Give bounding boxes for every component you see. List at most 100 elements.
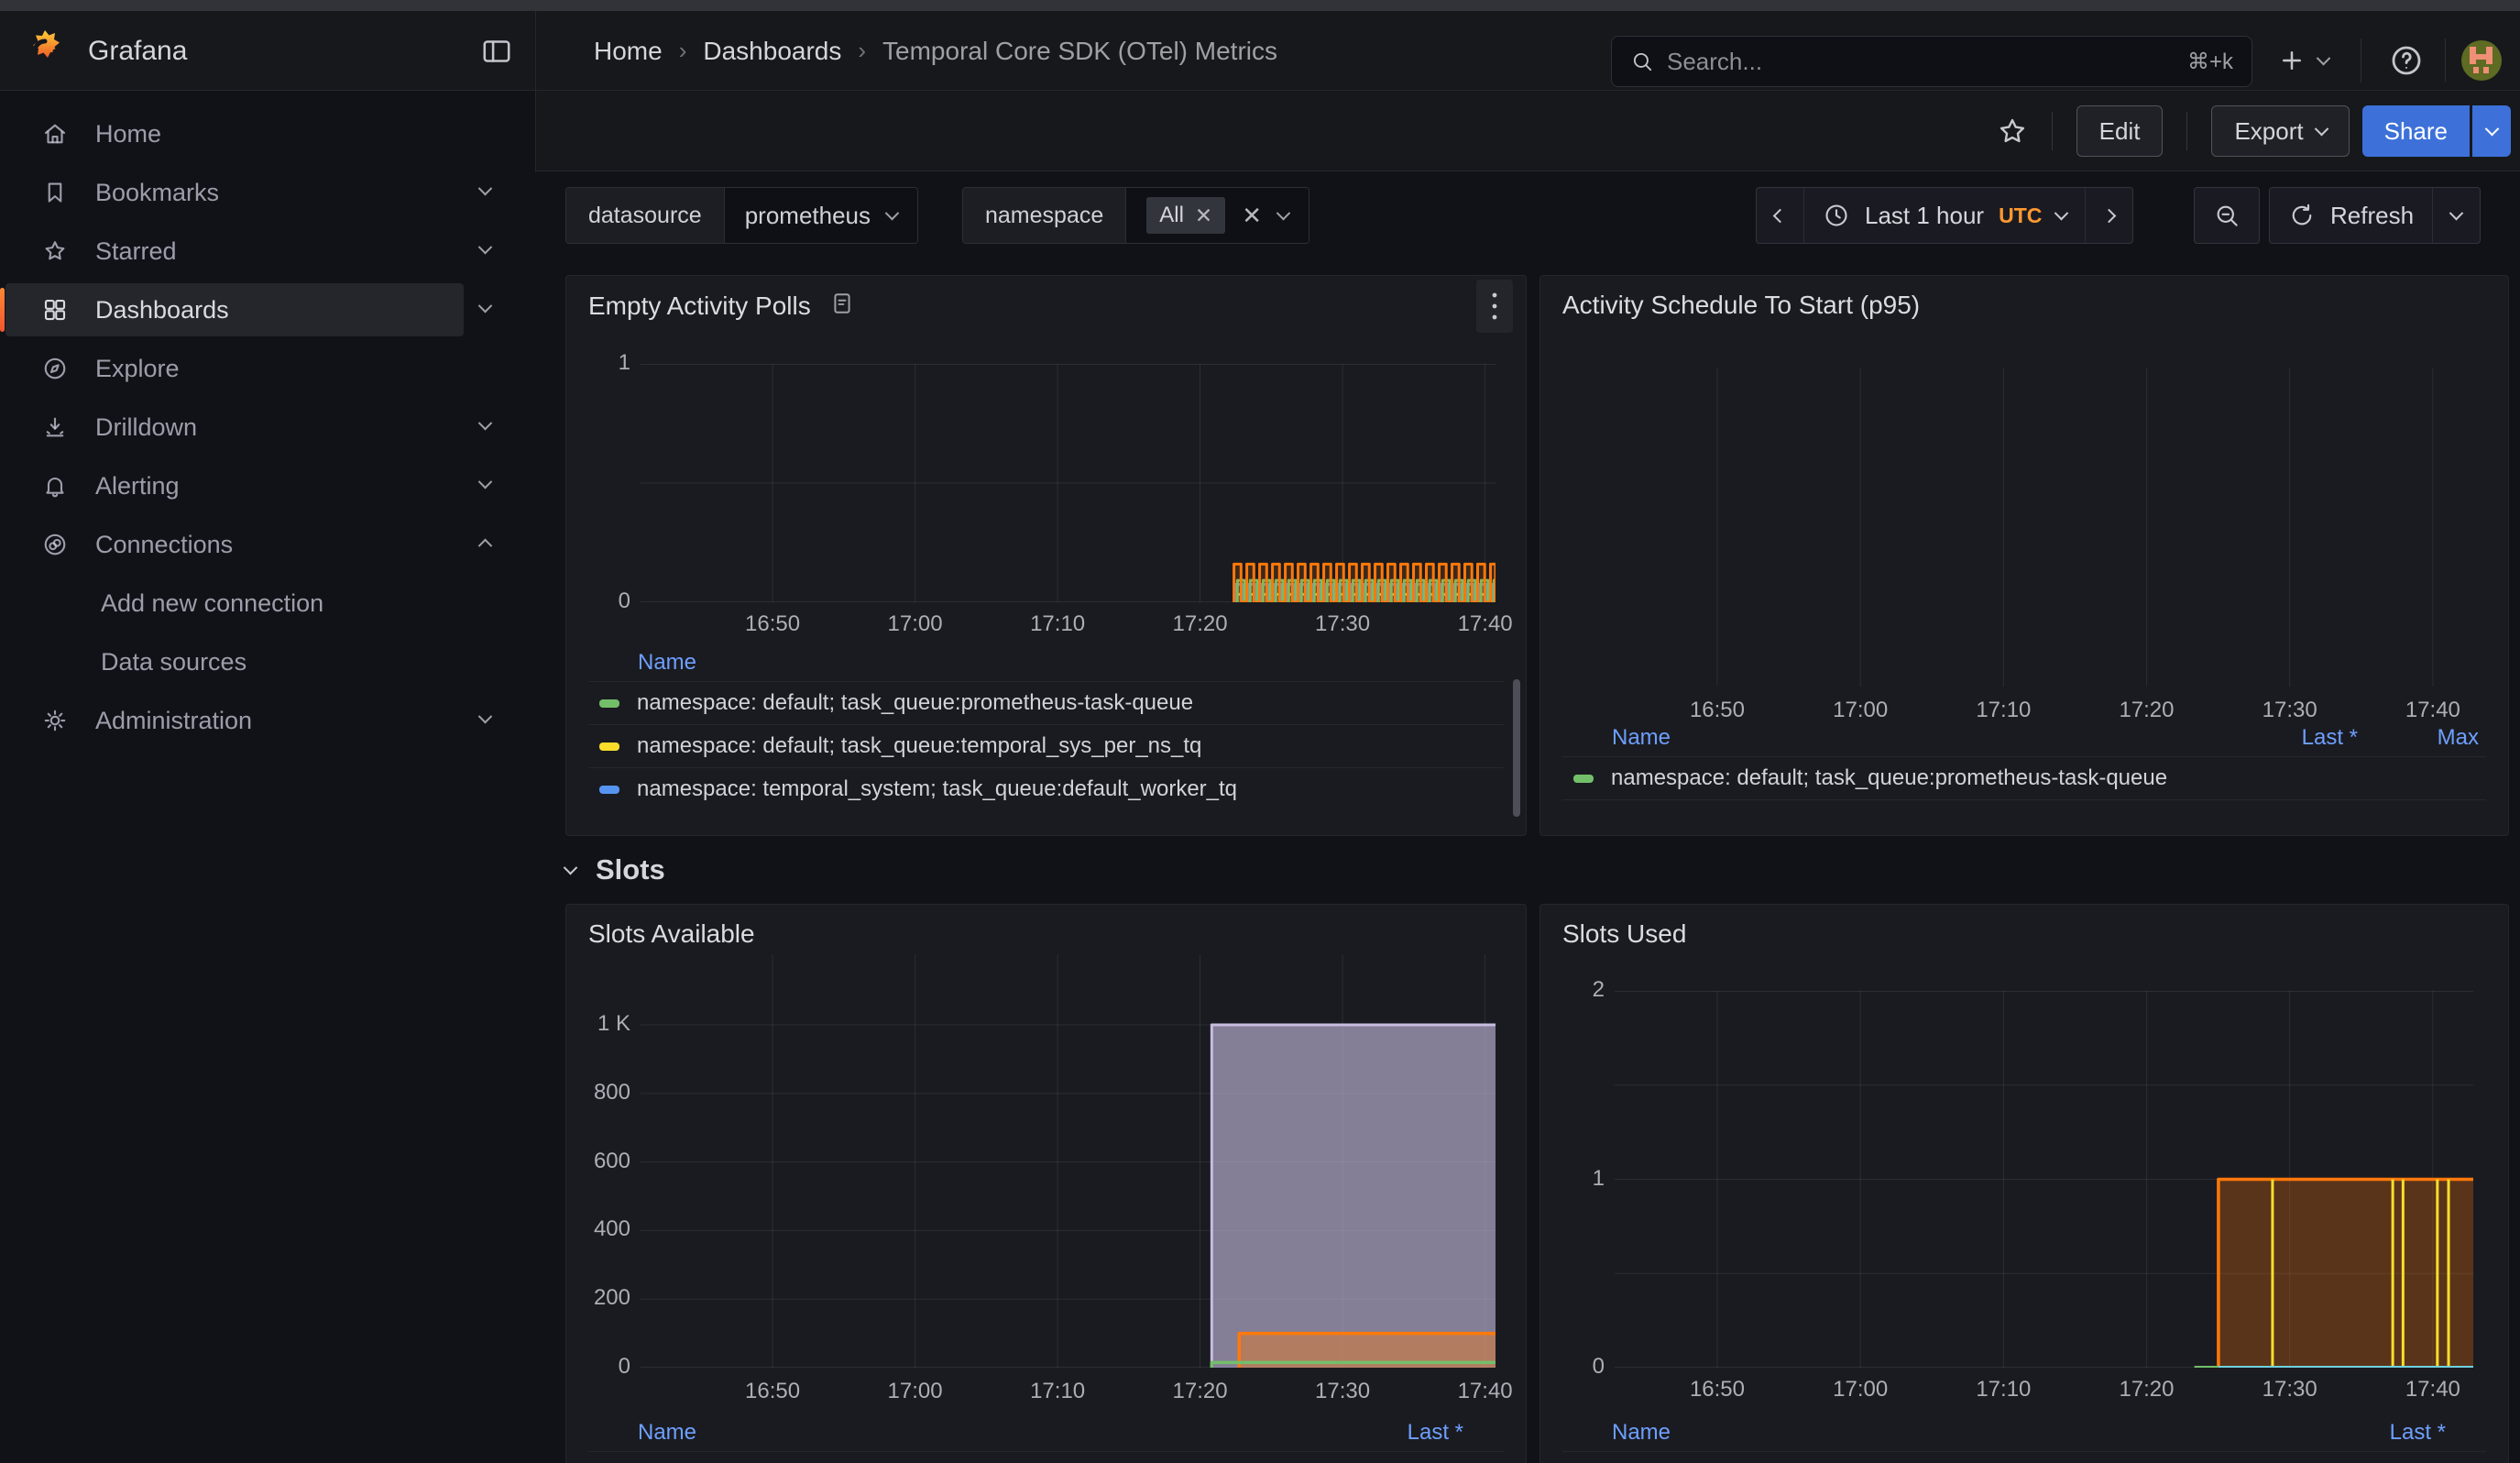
- time-series-plot[interactable]: [641, 364, 1496, 602]
- x-axis-tick: 17:00: [888, 611, 943, 637]
- refresh-interval-dropdown[interactable]: [2432, 188, 2480, 243]
- remove-chip-icon[interactable]: ✕: [1195, 205, 1212, 226]
- search-input[interactable]: [1667, 48, 2175, 76]
- sidebar-row: Administration: [0, 691, 535, 750]
- chevron-down-icon[interactable]: [480, 478, 490, 494]
- legend-item[interactable]: namespace: default; task_queue:temporal_…: [588, 724, 1504, 767]
- sidebar-item-alerting[interactable]: Alerting: [5, 459, 464, 512]
- y-axis-tick: 0: [1593, 1354, 1605, 1380]
- sidebar-item-explore[interactable]: Explore: [5, 342, 464, 395]
- legend-column-name[interactable]: Name: [599, 650, 1496, 676]
- chevron-down-icon[interactable]: [480, 302, 490, 318]
- panel-legend: NameLast *namespace: default; task_queue…: [1562, 1414, 2486, 1463]
- legend-column-name[interactable]: Name: [1573, 725, 2220, 751]
- zoom-out-icon[interactable]: [2195, 188, 2259, 243]
- panel-title[interactable]: Activity Schedule To Start (p95): [1562, 291, 1920, 320]
- search-shortcut: ⌘+k: [2187, 49, 2233, 75]
- clear-icon[interactable]: ✕: [1242, 204, 1262, 227]
- legend-column-last[interactable]: Last *: [1326, 1420, 1463, 1446]
- sidebar-item-starred[interactable]: Starred: [5, 225, 464, 278]
- panel-title[interactable]: Slots Used: [1562, 919, 1686, 949]
- breadcrumb-dashboards[interactable]: Dashboards: [703, 37, 841, 66]
- legend-column-max[interactable]: Max: [2391, 725, 2479, 751]
- sidebar-row: Dashboards: [0, 280, 535, 339]
- time-shift-back-button[interactable]: [1757, 188, 1803, 243]
- legend-item[interactable]: namespace: temporal_system; task_queue:d…: [588, 767, 1504, 810]
- new-menu-button[interactable]: [2278, 38, 2328, 82]
- y-axis-tick: 400: [594, 1216, 630, 1242]
- legend-column-last[interactable]: Last *: [2308, 1420, 2446, 1446]
- drilldown-icon: [40, 412, 70, 442]
- legend-column-last[interactable]: Last *: [2220, 725, 2358, 751]
- divider: [2445, 38, 2446, 82]
- legend-scrollbar[interactable]: [1513, 679, 1520, 817]
- sidebar-item-label: Add new connection: [101, 589, 323, 618]
- plus-icon: [2278, 47, 2306, 74]
- section-slots[interactable]: Slots: [565, 836, 665, 904]
- chevron-down-icon[interactable]: [480, 184, 490, 201]
- sidebar-item-dashboards[interactable]: Dashboards: [5, 283, 464, 336]
- search-box[interactable]: ⌘+k: [1611, 36, 2252, 87]
- dashboards-icon: [40, 295, 70, 324]
- sidebar-row: Bookmarks: [0, 163, 535, 222]
- share-button[interactable]: Share: [2362, 105, 2470, 157]
- help-icon[interactable]: [2384, 38, 2428, 82]
- chevron-down-icon[interactable]: [480, 419, 490, 435]
- share-dropdown-button[interactable]: [2472, 105, 2511, 157]
- grafana-logo-icon[interactable]: [22, 28, 68, 74]
- sidebar-row: Data sources: [0, 632, 535, 691]
- namespace-chip[interactable]: All✕: [1146, 197, 1225, 234]
- sidebar-row: Home: [0, 104, 535, 163]
- time-series-plot[interactable]: [1615, 991, 2473, 1368]
- refresh-button[interactable]: Refresh: [2270, 188, 2432, 243]
- variable-datasource-value[interactable]: prometheus: [724, 188, 917, 243]
- legend-rows: namespace: default; task_queue:prometheu…: [1562, 1451, 2486, 1463]
- y-axis-tick: 1: [1593, 1166, 1605, 1192]
- star-dashboard-icon[interactable]: [1997, 116, 2028, 147]
- x-axis-tick: 17:30: [2263, 1377, 2317, 1402]
- divider: [2052, 112, 2053, 150]
- y-axis: 10: [572, 364, 630, 602]
- time-series-plot[interactable]: [641, 954, 1496, 1368]
- panel-title[interactable]: Slots Available: [588, 919, 755, 949]
- panel-description-icon[interactable]: [829, 291, 855, 321]
- chevron-down-icon[interactable]: [480, 243, 490, 259]
- time-range-picker[interactable]: Last 1 hour UTC: [1803, 188, 2085, 243]
- legend-item[interactable]: namespace: default; task_queue:prometheu…: [588, 681, 1504, 724]
- x-axis-tick: 17:30: [1315, 611, 1370, 637]
- chevron-up-icon[interactable]: [480, 536, 490, 553]
- time-shift-forward-button[interactable]: [2085, 188, 2132, 243]
- legend-item[interactable]: namespace: default; task_queue:prometheu…: [1562, 756, 2486, 799]
- legend-column-name[interactable]: Name: [599, 1420, 1326, 1446]
- sidebar-item-bookmarks[interactable]: Bookmarks: [5, 166, 464, 219]
- legend-column-name[interactable]: Name: [1573, 1420, 2308, 1446]
- panel-title[interactable]: Empty Activity Polls: [588, 292, 811, 321]
- x-axis-tick: 17:40: [1458, 1379, 1513, 1404]
- export-button[interactable]: Export: [2211, 105, 2349, 157]
- sidebar-item-add-new-connection[interactable]: Add new connection: [5, 577, 464, 630]
- sidebar-item-home[interactable]: Home: [5, 107, 464, 160]
- chevron-down-icon[interactable]: [480, 712, 490, 729]
- avatar[interactable]: [2461, 40, 2502, 81]
- chevron-down-icon[interactable]: [1276, 205, 1291, 220]
- panel-slots-available: Slots Available 1 K8006004002000 16:5017…: [565, 904, 1527, 1463]
- sidebar-toggle-icon[interactable]: [477, 31, 517, 72]
- legend-item[interactable]: namespace: default; task_queue:prometheu…: [1562, 1451, 2486, 1463]
- edit-button[interactable]: Edit: [2076, 105, 2164, 157]
- variable-namespace-value[interactable]: All✕ ✕: [1125, 188, 1309, 243]
- panel-menu-icon[interactable]: [1476, 280, 1513, 333]
- breadcrumb: Home › Dashboards › Temporal Core SDK (O…: [594, 11, 1277, 91]
- sidebar-item-drilldown[interactable]: Drilldown: [5, 401, 464, 454]
- x-axis-tick: 16:50: [1690, 1377, 1745, 1402]
- legend-header: NameLast *: [1562, 1414, 2486, 1451]
- sidebar-item-administration[interactable]: Administration: [5, 694, 464, 747]
- home-icon: [40, 119, 70, 148]
- bell-icon: [40, 471, 70, 500]
- panel-activity-schedule-to-start: Activity Schedule To Start (p95) 16:5017…: [1539, 275, 2509, 836]
- breadcrumb-home[interactable]: Home: [594, 37, 663, 66]
- time-range-controls: Last 1 hour UTC: [1756, 187, 2133, 244]
- sidebar-item-data-sources[interactable]: Data sources: [5, 635, 464, 688]
- time-series-plot[interactable]: [1615, 368, 2473, 687]
- legend-item[interactable]: namespace: default; task_queue:prometheu…: [588, 1451, 1504, 1463]
- sidebar-item-connections[interactable]: Connections: [5, 518, 464, 571]
